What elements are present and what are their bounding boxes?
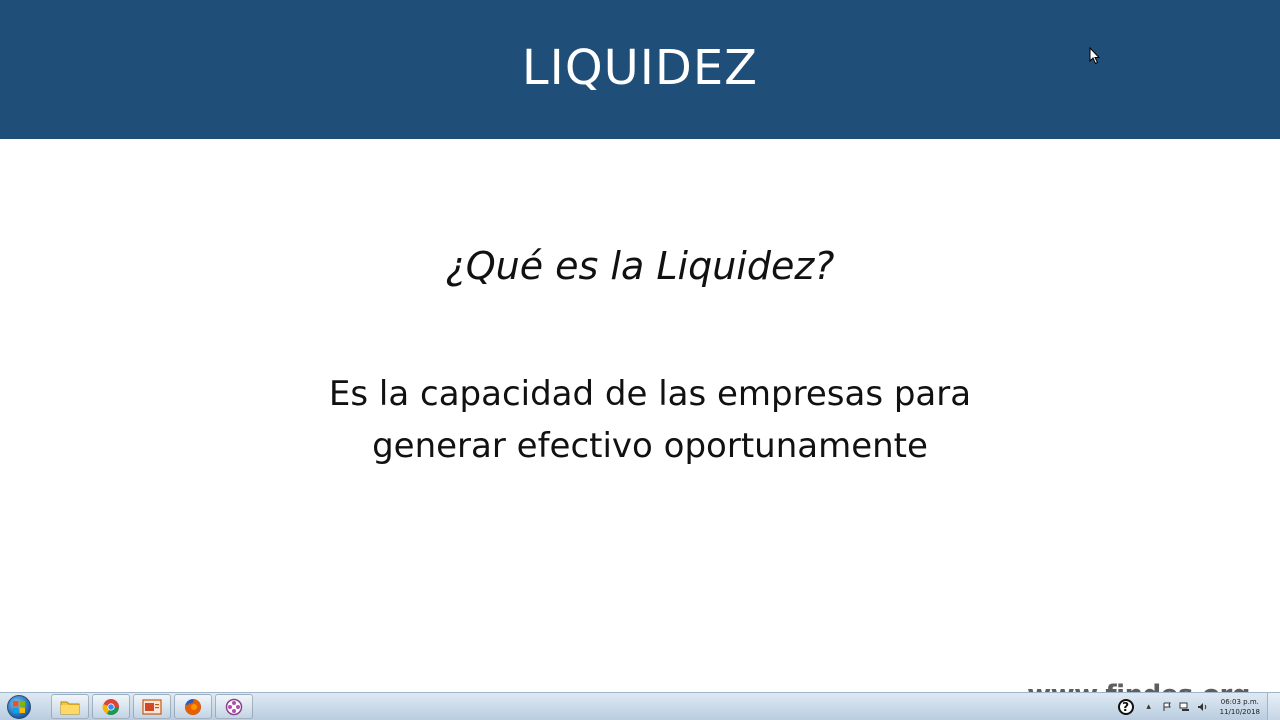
powerpoint-icon [142, 698, 162, 715]
show-desktop-button[interactable] [1267, 693, 1280, 720]
firefox-icon [184, 698, 201, 715]
slide: LIQUIDEZ ¿Qué es la Liquidez? Es la capa… [0, 0, 1280, 694]
windows-logo-icon [7, 694, 31, 719]
taskbar-folder-button[interactable] [51, 694, 89, 719]
answer-line-2: generar efectivo oportunamente [372, 426, 928, 466]
taskbar-clock[interactable]: 06:03 p.m. 11/10/2018 [1220, 697, 1260, 717]
title-bar: LIQUIDEZ [0, 0, 1280, 139]
taskbar-app-button[interactable] [215, 694, 253, 719]
slide-answer: Es la capacidad de las empresas para gen… [290, 368, 1010, 472]
taskbar: ? ▴ 06:03 p.m. 11/10/2018 [0, 692, 1280, 720]
mouse-cursor-icon [1089, 47, 1101, 65]
slide-title: LIQUIDEZ [521, 39, 759, 96]
answer-line-1: Es la capacidad de las empresas para [328, 374, 972, 414]
flag-icon[interactable] [1161, 701, 1173, 713]
volume-icon[interactable] [1197, 701, 1209, 713]
taskbar-powerpoint-button[interactable] [133, 694, 171, 719]
start-button[interactable] [2, 693, 36, 720]
folder-icon [60, 701, 80, 714]
system-tray: ? ▴ 06:03 p.m. 11/10/2018 [1117, 693, 1280, 720]
help-icon[interactable]: ? [1117, 698, 1134, 715]
network-icon[interactable] [1179, 701, 1191, 713]
clock-date: 11/10/2018 [1219, 707, 1260, 716]
taskbar-firefox-button[interactable] [174, 694, 212, 719]
clock-time: 06:03 p.m. [1220, 697, 1259, 706]
taskbar-chrome-button[interactable] [92, 694, 130, 719]
chevron-up-icon[interactable]: ▴ [1143, 701, 1155, 713]
app-icon [225, 698, 243, 715]
chrome-icon [102, 698, 119, 715]
slide-question: ¿Qué es la Liquidez? [445, 244, 835, 288]
